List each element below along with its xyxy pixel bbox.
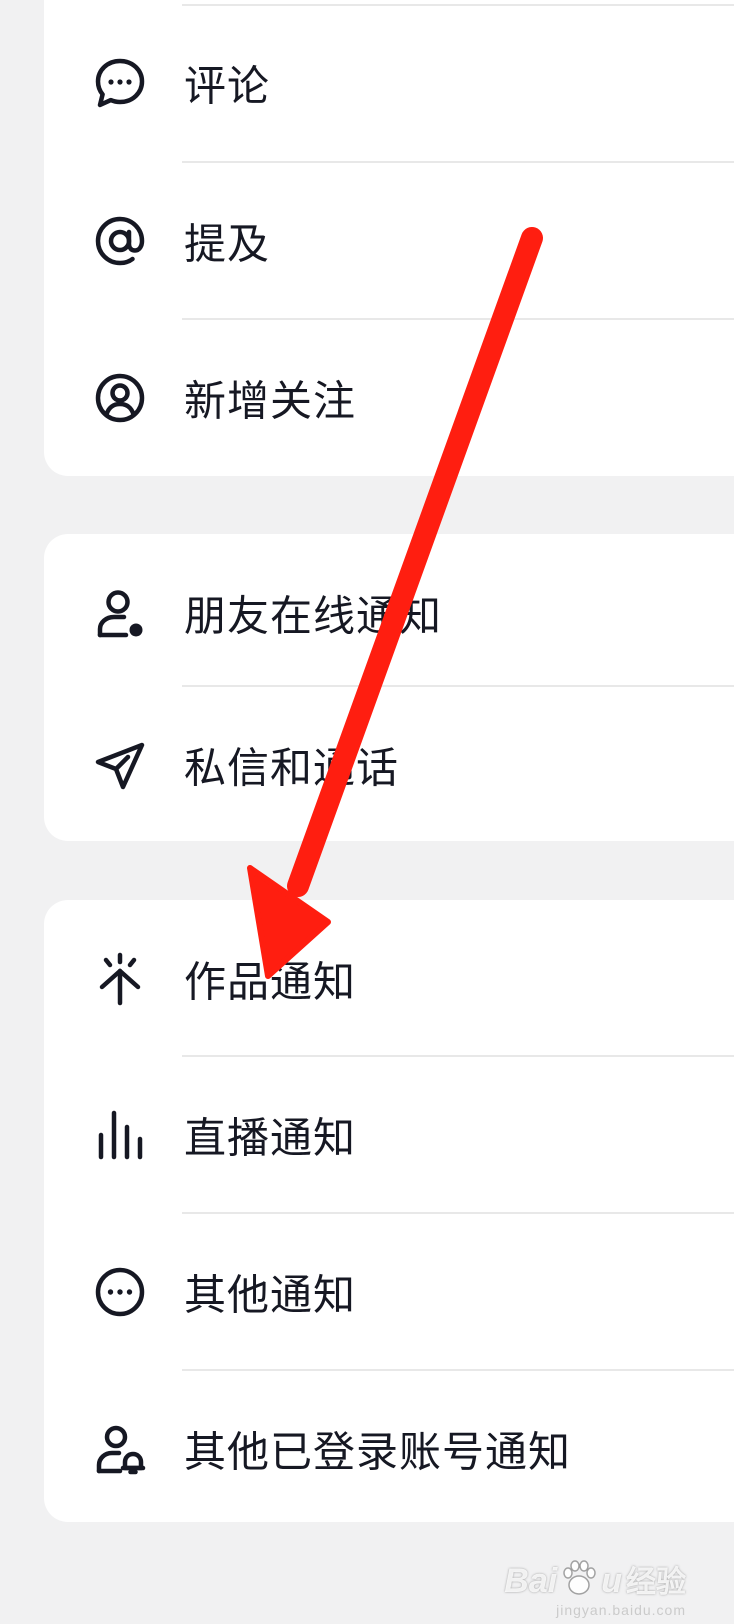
setting-label-live: 直播通知: [184, 1113, 357, 1162]
setting-label-comments: 评论: [184, 61, 271, 110]
watermark-jingyan: 经验: [626, 1566, 686, 1599]
setting-label-friend-online: 朋友在线通知: [184, 591, 443, 640]
setting-row-other-accounts[interactable]: 其他已登录账号通知: [44, 1370, 734, 1522]
paper-plane-icon: [92, 737, 148, 793]
comment-bubble-icon: [92, 55, 148, 111]
watermark-brand-suffix: u: [601, 1562, 622, 1600]
setting-label-other-accounts: 其他已登录账号通知: [184, 1427, 572, 1476]
live-bars-icon: [92, 1107, 148, 1163]
user-bell-icon: [92, 1421, 148, 1477]
setting-row-new-followers[interactable]: 新增关注: [44, 319, 734, 476]
user-circle-icon: [92, 370, 148, 426]
paw-logo-icon: [563, 1560, 596, 1595]
setting-row-other[interactable]: 其他通知: [44, 1213, 734, 1370]
setting-row-comments[interactable]: 评论: [44, 4, 734, 161]
notification-card-interactions: 评论 提及 新增关注: [44, 0, 734, 476]
more-circle-icon: [92, 1264, 148, 1320]
setting-row-works[interactable]: 作品通知: [44, 900, 734, 1057]
setting-row-mentions[interactable]: 提及: [44, 162, 734, 319]
setting-row-live[interactable]: 直播通知: [44, 1056, 734, 1213]
user-online-icon: [92, 585, 148, 641]
watermark-url: jingyan.baidu.com: [556, 1602, 686, 1618]
setting-label-other: 其他通知: [184, 1270, 357, 1319]
setting-label-mentions: 提及: [184, 219, 271, 268]
watermark-brand: Bai: [504, 1562, 558, 1600]
notification-card-social: 朋友在线通知 私信和通话: [44, 534, 734, 841]
setting-label-messages-calls: 私信和通话: [184, 743, 400, 792]
sparkle-arrow-icon: [92, 951, 148, 1007]
baidu-watermark: Bai u 经验 jingyan.baidu.com: [504, 1558, 686, 1618]
setting-row-messages-calls[interactable]: 私信和通话: [44, 686, 734, 841]
setting-label-works: 作品通知: [184, 957, 357, 1006]
notification-card-content: 作品通知 直播通知 其他通知 其他已登录账号通知: [44, 900, 734, 1522]
setting-label-new-followers: 新增关注: [184, 376, 357, 425]
at-sign-icon: [92, 213, 148, 269]
setting-row-friend-online[interactable]: 朋友在线通知: [44, 534, 734, 691]
